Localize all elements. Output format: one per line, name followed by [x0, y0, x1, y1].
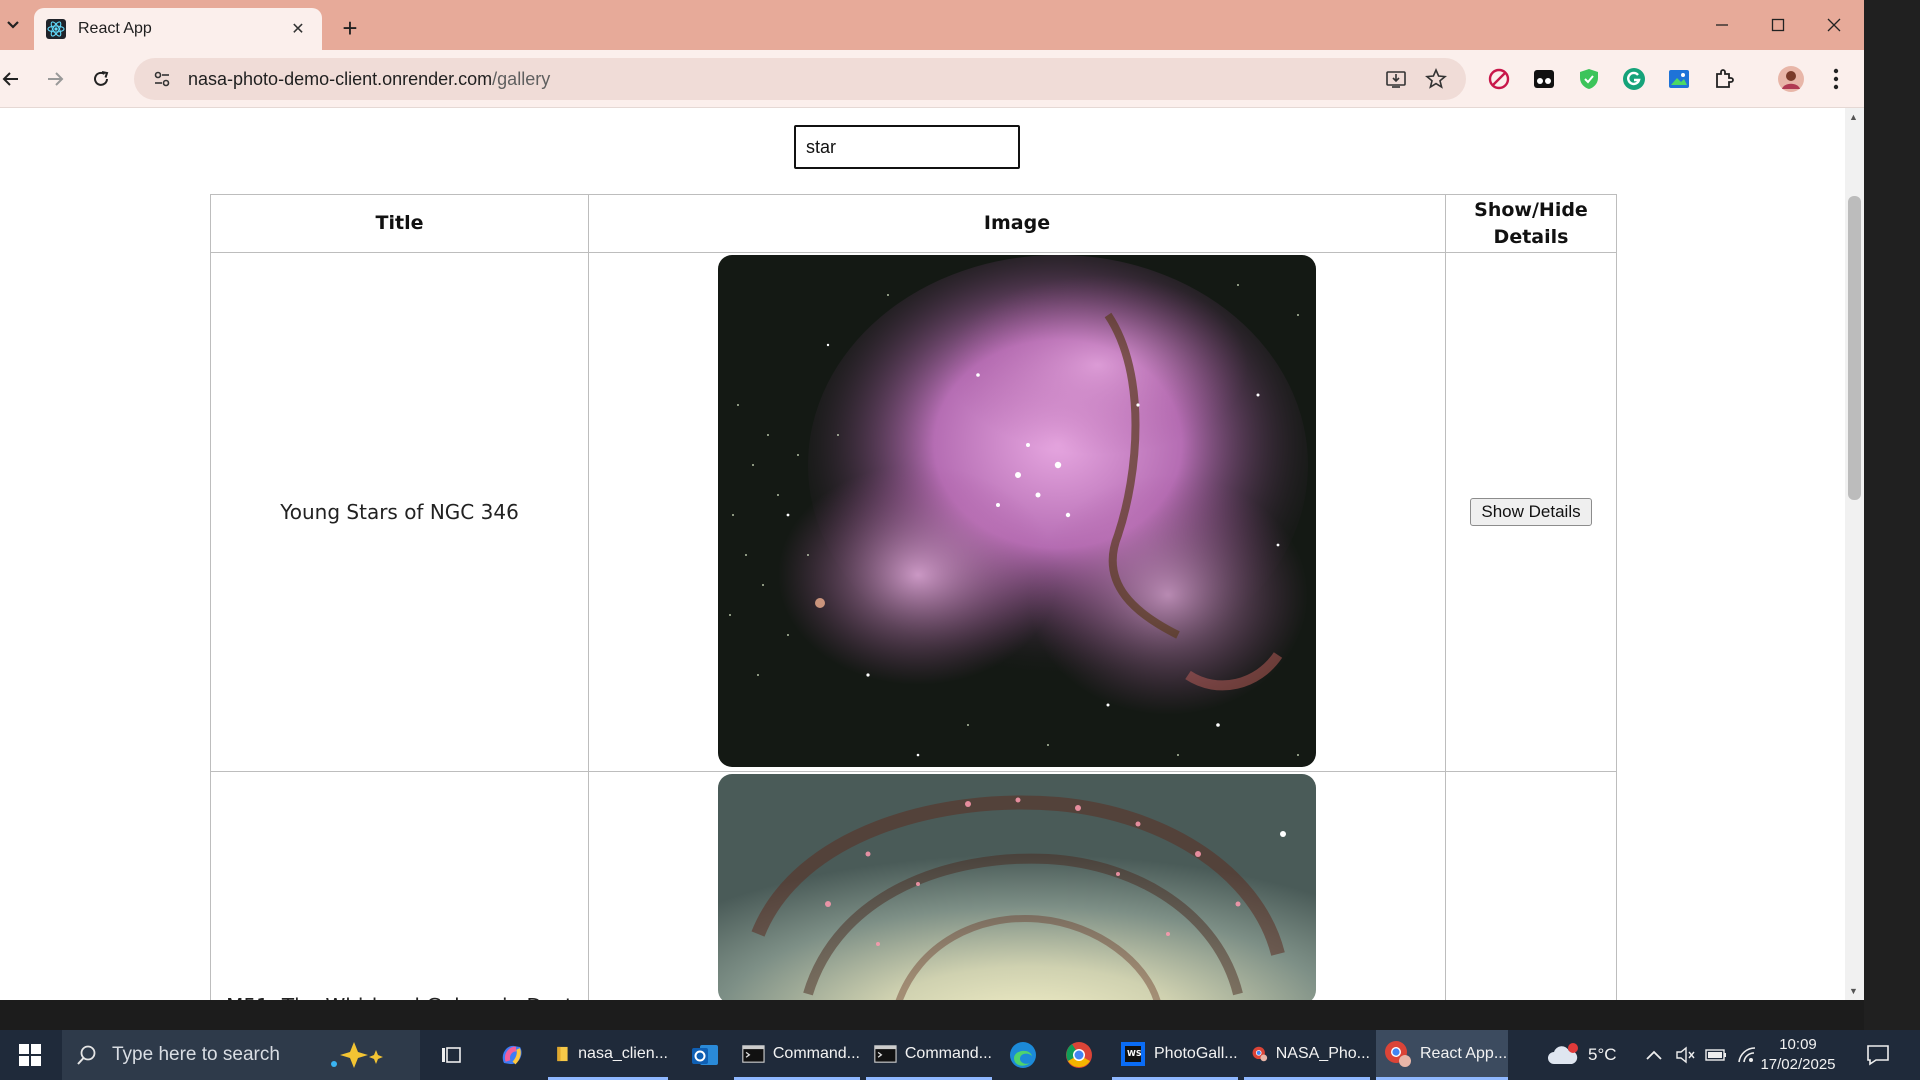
page-content: Title Image Show/Hide Details Young Star…: [0, 108, 1845, 1000]
header-title: Title: [210, 194, 589, 253]
table-row: Young Stars of NGC 346 Show Details: [210, 252, 1617, 772]
photo-table: Title Image Show/Hide Details Young Star…: [210, 194, 1617, 1000]
task-view-icon[interactable]: [432, 1030, 472, 1080]
battery-icon[interactable]: [1705, 1048, 1727, 1062]
scroll-down-arrow-icon[interactable]: ▼: [1849, 986, 1858, 996]
table-row: M51: The Whirlpool Galaxy in Dust and St…: [210, 771, 1617, 1000]
taskbar-clock[interactable]: 10:09 17/02/2025: [1756, 1035, 1840, 1075]
chrome-profile-icon: [1252, 1046, 1268, 1061]
weather-temperature: 5°C: [1588, 1045, 1617, 1064]
row-image-cell: [588, 771, 1446, 1000]
url-path: /gallery: [492, 68, 551, 89]
tab-title: React App: [78, 20, 152, 37]
wifi-icon[interactable]: [1737, 1046, 1757, 1064]
nebula-photo: [718, 255, 1316, 767]
header-details: Show/Hide Details: [1445, 194, 1617, 253]
cloud-weather-icon: [1548, 1043, 1578, 1064]
row-details-cell: Show Details: [1445, 252, 1617, 772]
header-image: Image: [588, 194, 1446, 253]
system-tray: [1645, 1030, 1757, 1080]
taskbar-item-file-explorer[interactable]: nasa_clien...: [548, 1030, 668, 1080]
close-window-button[interactable]: [1806, 8, 1862, 42]
taskbar: Type here to search nasa_clien... Comman…: [0, 1030, 1920, 1080]
maximize-button[interactable]: [1750, 8, 1806, 42]
url-host: nasa-photo-demo-client.onrender.com: [188, 68, 493, 89]
row-title: M51: The Whirlpool Galaxy in Dust and St…: [210, 771, 589, 1000]
notifications-icon[interactable]: [1866, 1030, 1890, 1080]
browser-toolbar: nasa-photo-demo-client.onrender.com/gall…: [0, 50, 1864, 108]
taskbar-search-box[interactable]: Type here to search: [62, 1030, 420, 1080]
react-favicon-icon: [46, 19, 66, 39]
install-app-icon[interactable]: [1384, 67, 1408, 91]
extension-glasses-icon[interactable]: [1528, 63, 1560, 95]
back-button[interactable]: [0, 62, 28, 96]
browser-menu-icon[interactable]: [1820, 63, 1852, 95]
taskbar-item-command-prompt-1[interactable]: Command...: [734, 1030, 860, 1080]
tab-close-icon[interactable]: ✕: [286, 17, 310, 41]
taskbar-search-placeholder: Type here to search: [112, 1044, 280, 1065]
browser-window: React App ✕ + nasa-photo-demo-client.onr…: [0, 0, 1864, 1000]
scrollbar-thumb[interactable]: [1848, 196, 1861, 500]
forward-button[interactable]: [38, 62, 72, 96]
page-scrollbar[interactable]: ▲ ▼: [1845, 108, 1864, 1000]
windows-start-icon[interactable]: [0, 1030, 60, 1080]
weather-widget[interactable]: 5°C: [1546, 1030, 1617, 1080]
search-input[interactable]: [794, 125, 1020, 169]
extension-shield-icon[interactable]: [1573, 63, 1605, 95]
address-bar[interactable]: nasa-photo-demo-client.onrender.com/gall…: [134, 58, 1466, 100]
speaker-muted-icon[interactable]: [1675, 1046, 1695, 1064]
tab-search-dropdown-icon[interactable]: [0, 10, 26, 40]
clock-date: 17/02/2025: [1760, 1056, 1836, 1073]
taskbar-item-chrome-react-app[interactable]: React App...: [1376, 1030, 1508, 1080]
profile-avatar[interactable]: [1775, 63, 1807, 95]
svg-text:WS: WS: [1127, 1049, 1142, 1058]
row-details-cell: [1445, 771, 1617, 1000]
taskbar-item-chrome-nasa[interactable]: NASA_Pho...: [1244, 1030, 1370, 1080]
background-window: [1864, 0, 1920, 1030]
chrome-browser-icon[interactable]: [1056, 1030, 1104, 1080]
webstorm-icon: WS: [1121, 1041, 1145, 1066]
minimize-button[interactable]: [1694, 8, 1750, 42]
tab-strip: React App ✕ +: [0, 0, 1864, 50]
bookmark-star-icon[interactable]: [1424, 67, 1448, 91]
show-details-button[interactable]: Show Details: [1470, 498, 1592, 526]
reload-button[interactable]: [84, 62, 118, 96]
site-info-icon[interactable]: [152, 69, 172, 89]
table-header-row: Title Image Show/Hide Details: [210, 194, 1617, 253]
outlook-icon[interactable]: [682, 1030, 728, 1080]
new-tab-button[interactable]: +: [334, 12, 366, 44]
extension-block-icon[interactable]: [1483, 63, 1515, 95]
taskbar-item-webstorm[interactable]: WS PhotoGall...: [1112, 1030, 1238, 1080]
search-icon: [77, 1045, 96, 1065]
copilot-app-icon[interactable]: [490, 1030, 536, 1080]
grammarly-icon[interactable]: [1618, 63, 1650, 95]
whirlpool-galaxy-photo: [718, 774, 1316, 1000]
terminal-icon: [874, 1044, 897, 1063]
chrome-profile-icon: [1385, 1040, 1411, 1067]
browser-tab[interactable]: React App ✕: [34, 8, 322, 50]
extension-image-icon[interactable]: [1663, 63, 1695, 95]
folder-icon: [557, 1046, 568, 1061]
tray-expand-icon[interactable]: [1645, 1049, 1663, 1061]
taskbar-item-command-prompt-2[interactable]: Command...: [866, 1030, 992, 1080]
edge-browser-icon[interactable]: [1000, 1030, 1048, 1080]
clock-time: 10:09: [1779, 1036, 1817, 1053]
row-image-cell: [588, 252, 1446, 772]
terminal-icon: [742, 1044, 765, 1063]
copilot-sparkle-icon: [331, 1042, 383, 1068]
row-title: Young Stars of NGC 346: [210, 252, 589, 772]
extensions-puzzle-icon[interactable]: [1708, 63, 1740, 95]
scroll-up-arrow-icon[interactable]: ▲: [1849, 112, 1858, 122]
